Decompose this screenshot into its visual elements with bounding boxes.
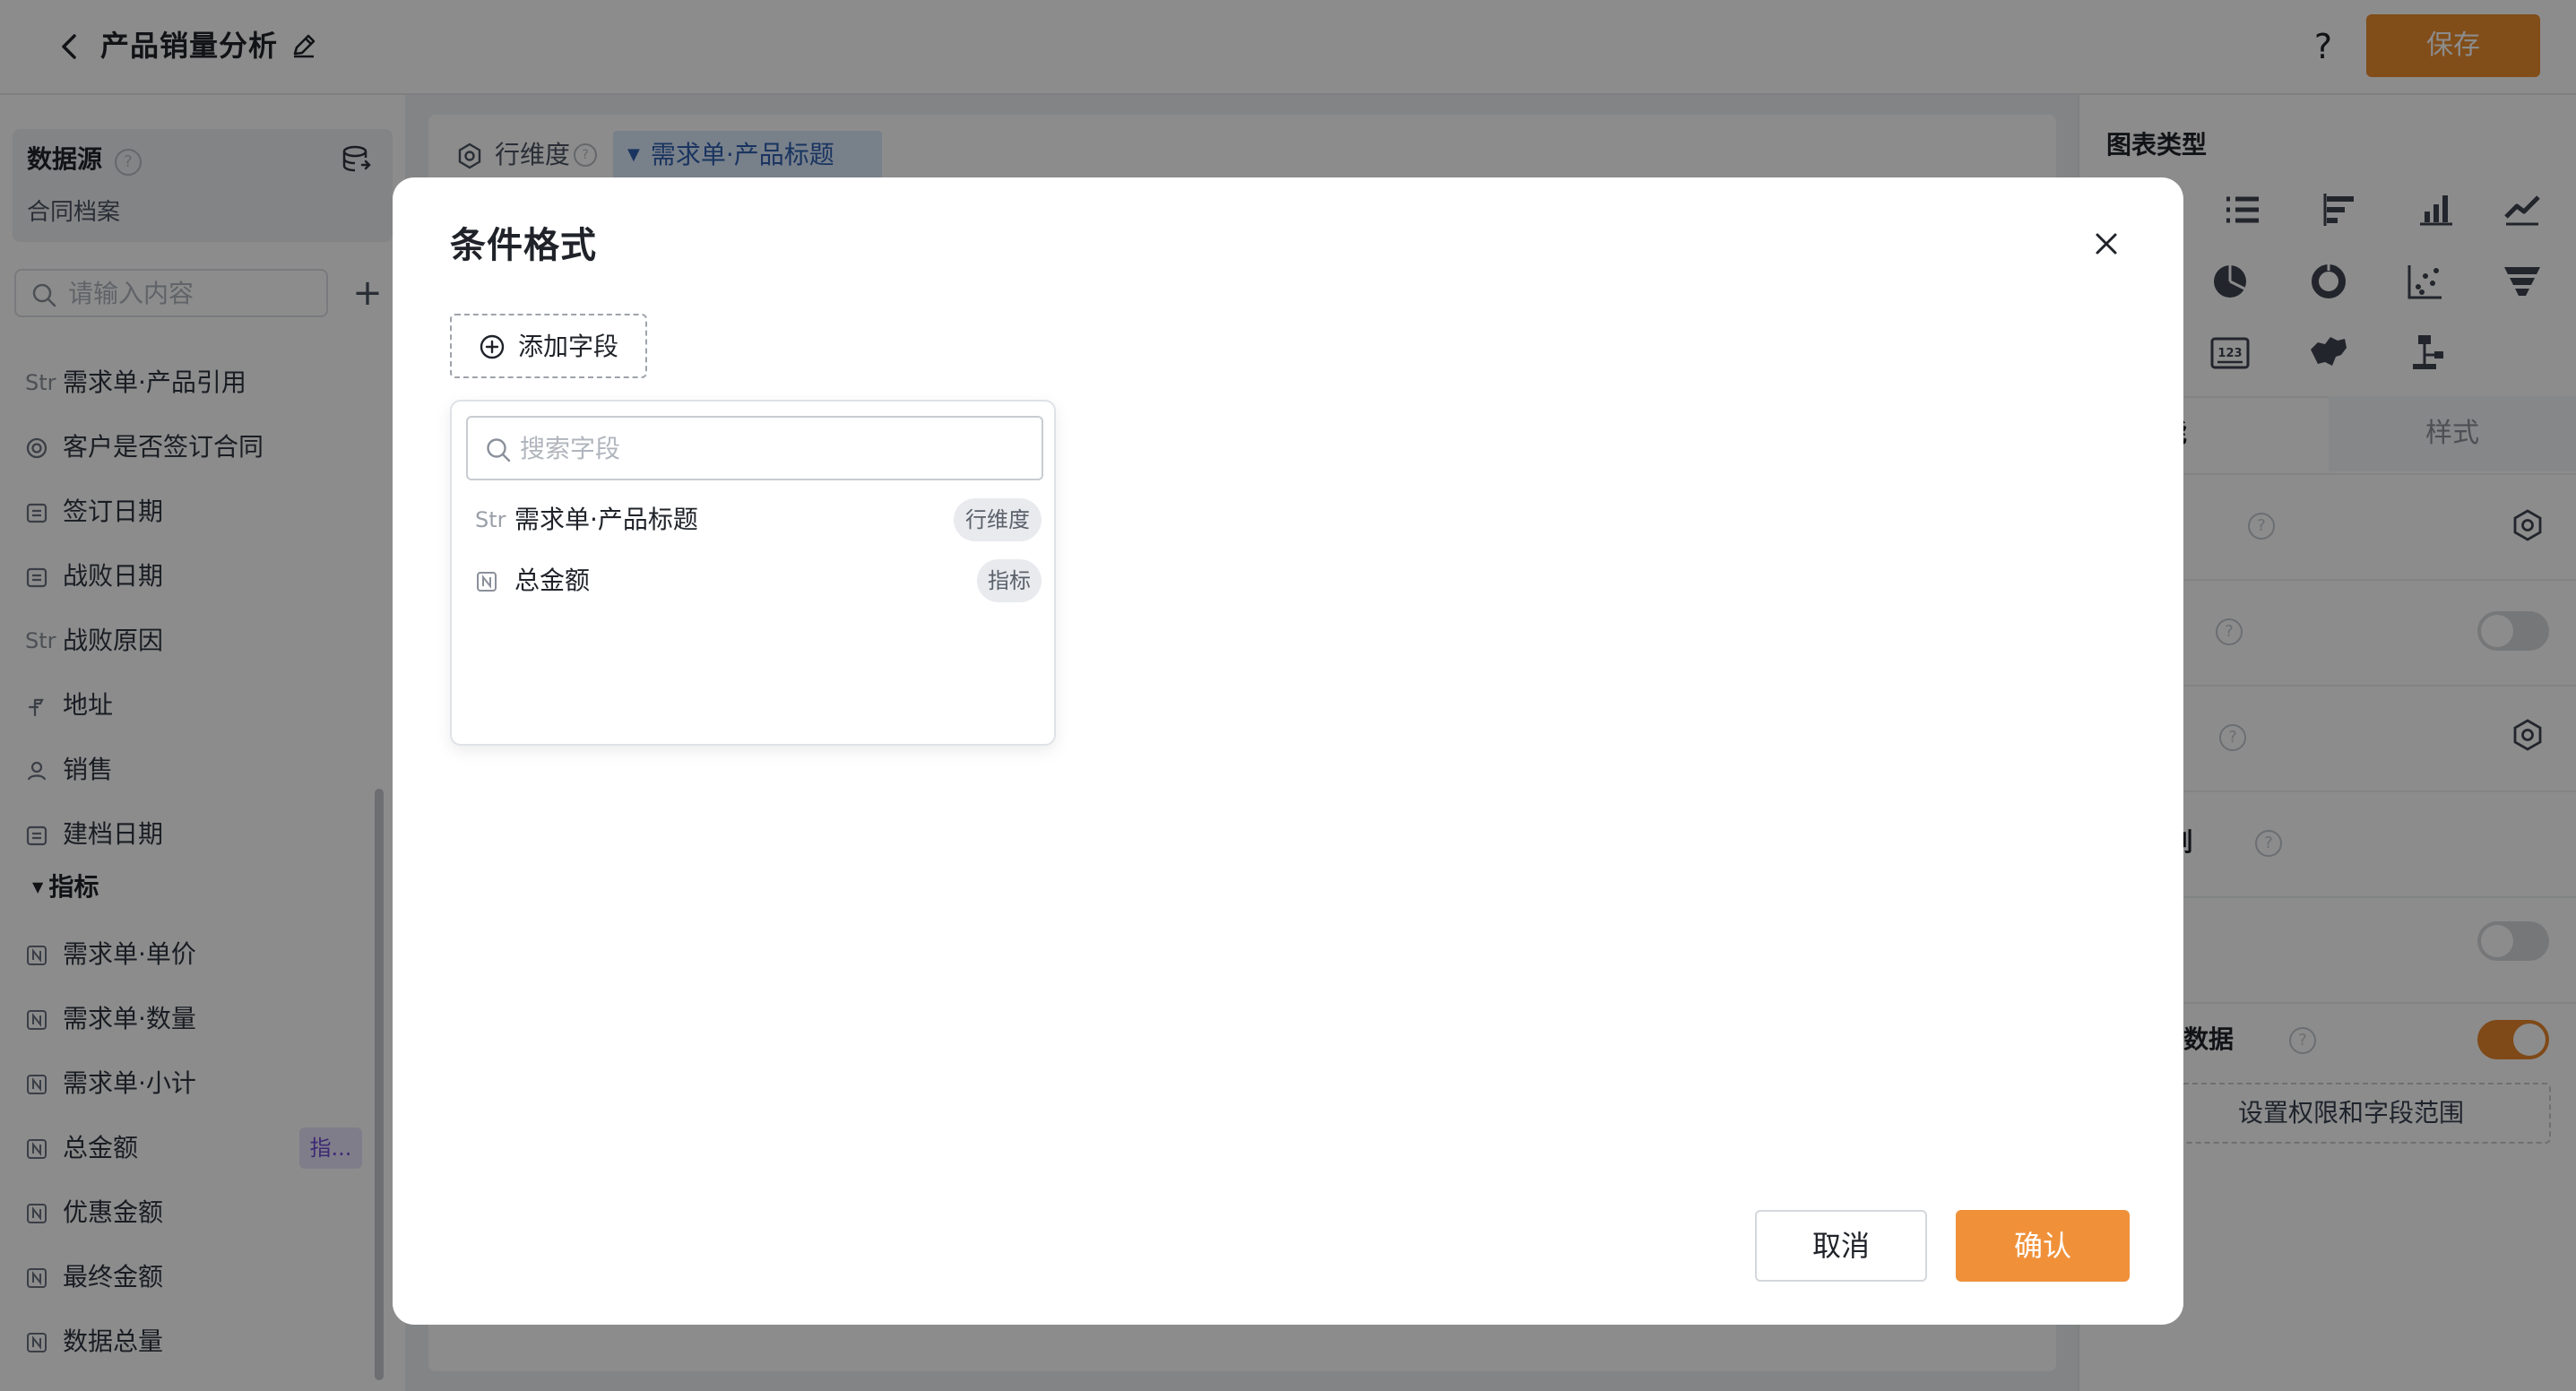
field-search-input[interactable]: 搜索字段	[466, 416, 1043, 480]
field-option[interactable]: Str 需求单·产品标题	[475, 498, 698, 541]
option-label: 需求单·产品标题	[514, 505, 698, 534]
field-option[interactable]: 总金额	[475, 559, 590, 602]
search-icon	[484, 436, 513, 464]
add-field-button[interactable]: 添加字段	[450, 314, 647, 378]
option-tag: 指标	[977, 559, 1042, 602]
number-icon	[475, 559, 514, 602]
close-icon[interactable]	[2087, 224, 2126, 264]
cancel-button[interactable]: 取消	[1755, 1210, 1927, 1282]
search-placeholder: 搜索字段	[520, 434, 621, 463]
string-type-icon: Str	[475, 507, 506, 532]
dialog-title: 条件格式	[450, 225, 597, 266]
plus-circle-icon	[479, 333, 506, 360]
confirm-button[interactable]: 确认	[1956, 1210, 2130, 1282]
option-label: 总金额	[514, 566, 591, 595]
option-tag: 行维度	[954, 498, 1042, 541]
add-field-label: 添加字段	[518, 332, 619, 361]
conditional-format-dialog	[393, 177, 2183, 1325]
